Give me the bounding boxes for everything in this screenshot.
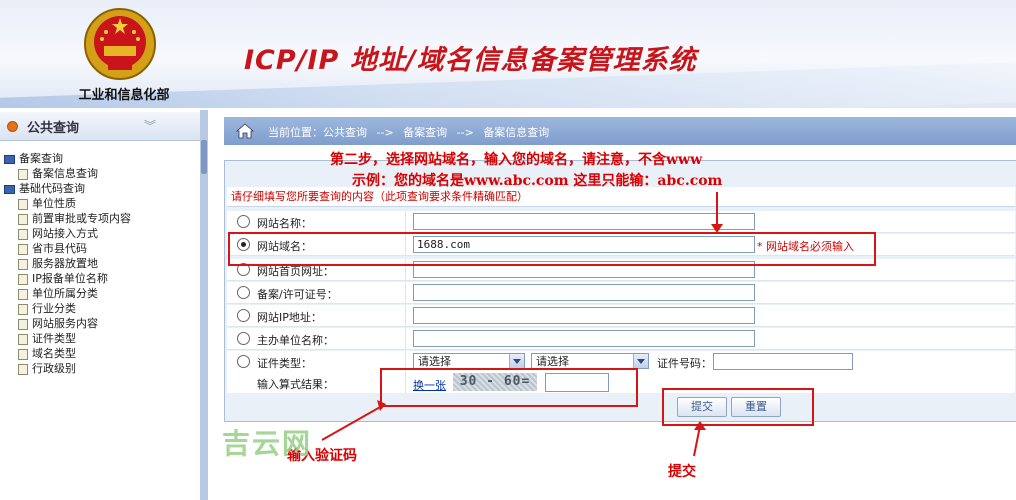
arrow-head-icon [377, 400, 386, 411]
watermark: 吉云网 [222, 427, 313, 460]
arrow-to-submit [693, 425, 701, 457]
annotation-arrows [321, 192, 723, 457]
arrow-head-icon [711, 224, 723, 233]
arrow-head-icon [694, 421, 706, 430]
arrow-to-captcha [321, 405, 383, 441]
